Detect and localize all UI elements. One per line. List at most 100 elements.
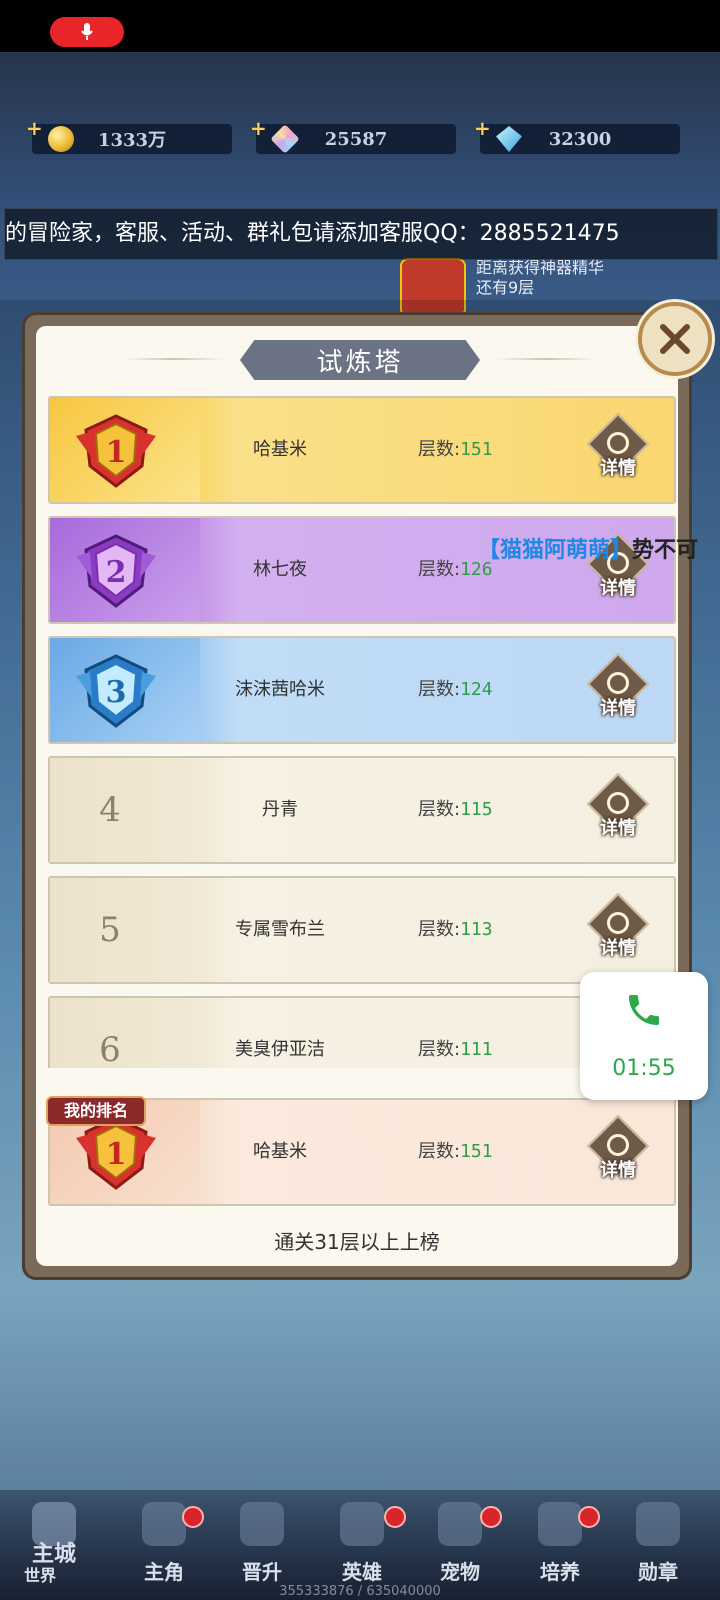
rank-badge-area: 2 [50, 518, 200, 622]
magnifier-lens [607, 1134, 629, 1156]
marquee-text: 的冒险家，客服、活动、群礼包请添加客服QQ：2885521475 [5, 221, 620, 246]
floor-label: 层数: [418, 439, 461, 460]
details-button[interactable]: 详情 [586, 652, 650, 722]
experience-progress-text: 355333876 / 635040000 [279, 1584, 441, 1599]
rank-number: 6 [99, 1030, 121, 1068]
resource-crystal[interactable]: + 25587 [250, 116, 456, 154]
notification-dot [182, 1506, 204, 1528]
floor-number: 113 [460, 919, 493, 940]
floor-count: 层数:113 [418, 878, 493, 982]
floor-count: 层数:151 [418, 398, 493, 502]
player-name: 丹青 [262, 799, 298, 820]
resource-value: 1333万 [97, 130, 167, 151]
rank-number: 4 [99, 790, 121, 830]
details-label: 详情 [600, 458, 636, 479]
add-icon[interactable]: + [250, 116, 267, 140]
nav-sub-label: 世界 [23, 1566, 56, 1585]
nav-item-promote[interactable]: 晋升 [222, 1496, 302, 1592]
resource-diamond[interactable]: + 32300 [474, 116, 680, 154]
floor-number: 151 [460, 1141, 493, 1162]
notification-dot [480, 1506, 502, 1528]
details-label: 详情 [600, 578, 636, 599]
floor-count: 层数:115 [418, 758, 493, 862]
promote-icon [240, 1502, 284, 1546]
notification-dot [384, 1506, 406, 1528]
floor-label: 层数: [418, 559, 461, 580]
medal-rank-number: 3 [106, 675, 127, 710]
medal-rank-number: 1 [106, 1137, 127, 1172]
floor-label: 层数: [418, 1039, 461, 1060]
danmaku-user: 【猫猫阿萌萌】 [478, 538, 633, 563]
ranking-row[interactable]: 5 专属雪布兰 层数:113 详情 [48, 876, 676, 984]
details-button[interactable]: 详情 [586, 412, 650, 482]
panel-title: 试炼塔 [240, 340, 480, 380]
details-button[interactable]: 详情 [586, 1114, 650, 1184]
mic-recording-indicator[interactable] [50, 17, 124, 47]
floor-label: 层数: [418, 1141, 461, 1162]
gold-medal-icon: 1 [76, 414, 156, 488]
gold-coin-icon [48, 126, 74, 152]
nav-label: 宠物 [440, 1560, 480, 1584]
phone-icon [629, 995, 659, 1025]
add-icon[interactable]: + [474, 116, 491, 140]
floor-label: 层数: [418, 799, 461, 820]
nav-item-main-city[interactable]: 主城 世界 [14, 1496, 94, 1592]
floor-count: 层数:151 [418, 1100, 493, 1204]
magnifier-lens [607, 432, 629, 454]
medal-rank-number: 2 [106, 555, 127, 590]
details-label: 详情 [600, 1160, 636, 1181]
player-name: 哈基米 [253, 439, 307, 460]
player-name: 沫沫茜哈米 [235, 679, 325, 700]
resource-value: 25587 [324, 128, 388, 150]
ranking-requirement-note: 通关31层以上上榜 [274, 1230, 440, 1254]
floor-reward-line2: 还有9层 [476, 278, 535, 297]
danmaku-message: 【猫猫阿萌萌】势不可 [478, 532, 698, 564]
floor-label: 层数: [418, 679, 461, 700]
magnifier-lens [607, 792, 629, 814]
nav-label: 培养 [540, 1560, 580, 1584]
player-name: 哈基米 [253, 1141, 307, 1162]
floor-number: 115 [460, 799, 493, 820]
medal-nav-icon [636, 1502, 680, 1546]
call-duration: 01:55 [612, 1056, 676, 1081]
announcement-marquee: 的冒险家，客服、活动、群礼包请添加客服QQ：2885521475 [4, 208, 718, 260]
details-label: 详情 [600, 698, 636, 719]
panel-title-text: 试炼塔 [316, 347, 404, 378]
close-button[interactable] [638, 302, 712, 376]
rank-badge-area: 1 [50, 398, 200, 502]
status-bar [0, 0, 720, 52]
ranking-row[interactable]: 3 沫沫茜哈米 层数:124 详情 [48, 636, 676, 744]
floor-reward-line1: 距离获得神器精华 [476, 258, 605, 277]
pet-icon [438, 1502, 482, 1546]
ranking-row[interactable]: 4 丹青 层数:115 详情 [48, 756, 676, 864]
details-button[interactable]: 详情 [586, 892, 650, 962]
my-rank-label: 我的排名 [46, 1096, 146, 1126]
medal-rank-number: 1 [106, 435, 127, 470]
purple-medal-icon: 2 [76, 534, 156, 608]
player-name: 专属雪布兰 [235, 919, 325, 940]
floor-count: 层数:111 [418, 998, 493, 1068]
helmet-icon [340, 1502, 384, 1546]
floor-number: 111 [460, 1039, 493, 1060]
details-button[interactable]: 详情 [586, 772, 650, 842]
train-icon [538, 1502, 582, 1546]
player-name: 美臭伊亚洁 [235, 1039, 325, 1060]
rank-number: 5 [99, 910, 121, 950]
player-name: 林七夜 [253, 559, 307, 580]
nav-item-medals[interactable]: 勋章 [618, 1496, 698, 1592]
nav-label: 勋章 [638, 1560, 678, 1584]
magnifier-lens [607, 672, 629, 694]
nav-label: 主角 [144, 1560, 184, 1584]
ranking-row[interactable]: 1 哈基米 层数:151 详情 [48, 396, 676, 504]
details-label: 详情 [600, 818, 636, 839]
ranking-list[interactable]: 1 哈基米 层数:151 详情 2 林七夜 层数:126 详情 3 沫沫茜哈米 … [48, 396, 678, 1068]
floating-call-widget[interactable]: 01:55 [580, 972, 708, 1100]
floor-number: 124 [460, 679, 493, 700]
add-icon[interactable]: + [26, 116, 43, 140]
danmaku-text: 势不可 [632, 538, 699, 563]
microphone-icon [81, 23, 93, 40]
floor-number: 151 [460, 439, 493, 460]
blue-diamond-icon [496, 126, 522, 152]
resource-value: 32300 [548, 128, 612, 150]
resource-gold[interactable]: + 1333万 [26, 116, 232, 154]
